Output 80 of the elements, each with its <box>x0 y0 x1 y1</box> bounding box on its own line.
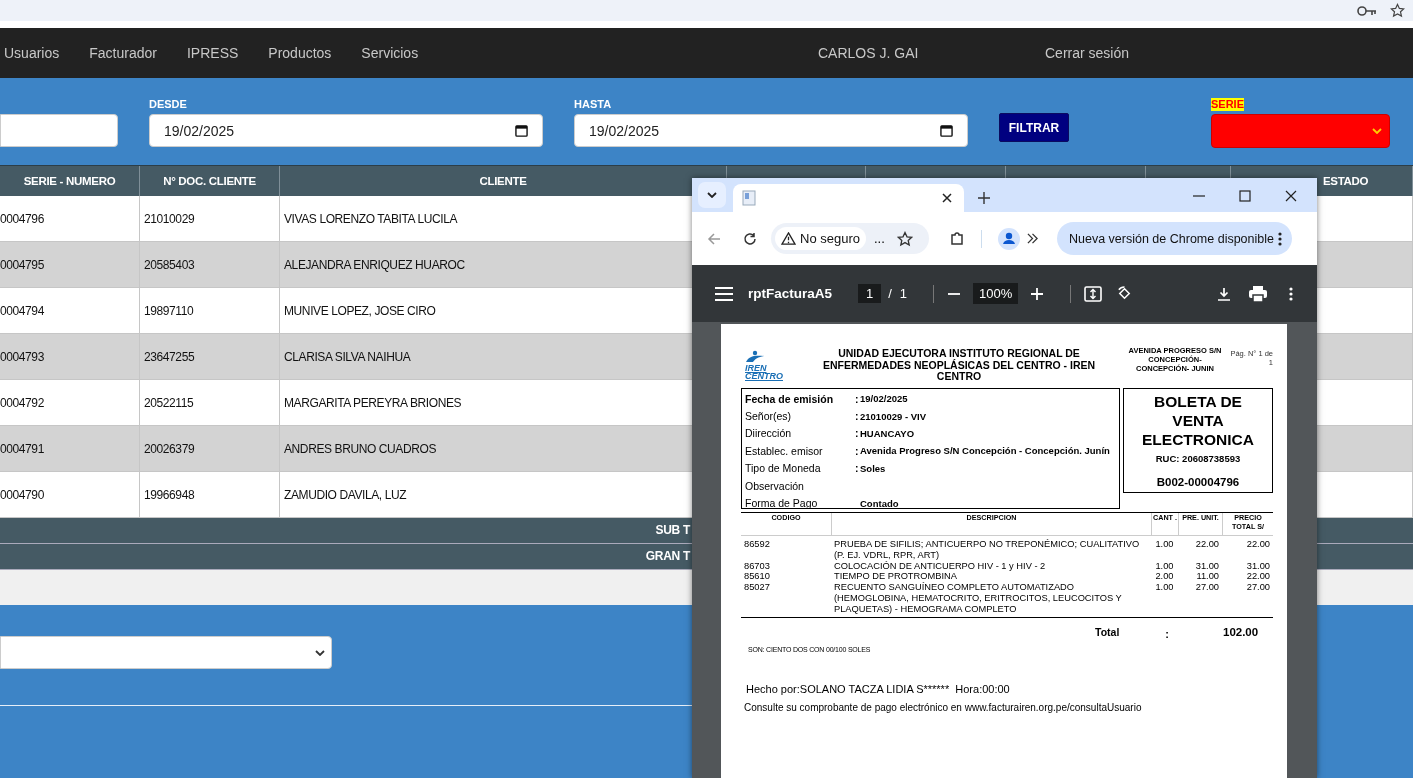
document-number: B002-00004796 <box>1155 476 1241 488</box>
table-cell: 0004795 <box>0 257 44 272</box>
table-cell: ANDRES BRUNO CUADROS <box>284 441 437 456</box>
field-label: Tipo de Moneda <box>745 462 822 475</box>
item-code: 86592 <box>744 539 770 549</box>
item-description: PRUEBA DE SIFILIS; ANTICUERPO NO TREPONÉMICO; CUALITATIVO (P. EJ. VDRL, RPR, ART) <box>834 539 1140 560</box>
item-code: 86703 <box>744 560 770 571</box>
total-label: Total <box>1095 625 1120 638</box>
item-description: COLOCACIÓN DE ANTICUERPO HIV - 1 y HIV - 2 <box>834 560 1046 571</box>
item-description: TIEMPO DE PROTROMBINA <box>834 571 957 582</box>
document-type: BOLETA DE VENTA ELECTRONICA <box>1141 392 1255 449</box>
table-cell: 0004790 <box>0 487 44 502</box>
colon: : <box>855 392 859 405</box>
page-separator: / <box>888 286 892 301</box>
page-count: 1 <box>899 286 908 301</box>
ruc-number: RUC: 20608738593 <box>1154 453 1242 464</box>
logo-text: CENTRO <box>745 372 783 380</box>
table-cell: 20585403 <box>144 257 195 272</box>
item-total: 22.00 <box>1246 539 1270 549</box>
item-unit-price: 11.00 <box>1196 571 1219 582</box>
field-label: HASTA <box>574 98 613 112</box>
document-title: rptFacturaA5 <box>748 286 834 301</box>
colon: : <box>1165 627 1169 640</box>
field-value: Contado <box>860 497 899 509</box>
item-quantity: 1.00 <box>1155 539 1174 549</box>
colon: : <box>855 410 859 423</box>
table-cell: 20522115 <box>144 395 194 410</box>
item-unit-price: 22.00 <box>1195 539 1219 549</box>
field-value: Avenida Progreso S/N Concepción - Concepción. Junín <box>860 445 1110 457</box>
field-label: Diirección <box>745 427 793 440</box>
table-cell: VIVAS LORENZO TABITA LUCILA <box>284 211 458 226</box>
consult-text: Consulte su comprobante de pago electrónico en www.facturairen.org.pe/consultaUsuario <box>744 701 1143 713</box>
item-description: RECUENTO SANGUÍNEO COMPLETO AUTOMATIZADO (HEMOGLOBINA, HEMATOCRITO, ERITROCITOS, LEUCOCITOS Y PLAQUETAS) - HEMOGRAMA COMPLETO <box>834 582 1122 614</box>
table-cell: MARGARITA PEREYRA BRIONES <box>284 395 462 410</box>
colon: : <box>855 462 859 475</box>
table-cell: 0004793 <box>0 349 44 364</box>
made-by-text: Hecho por:SOLANO TACZA LIDIA S****** Hora:00:00 <box>746 682 1011 695</box>
item-quantity: 1.00 <box>1155 582 1174 593</box>
item-total: 22.00 <box>1246 571 1270 582</box>
table-cell: ZAMUDIO DAVILA, LUZ <box>284 487 407 502</box>
item-total: 27.00 <box>1246 582 1270 593</box>
field-label: Observación <box>745 479 805 492</box>
field-value: 21010029 - VIV <box>860 410 927 422</box>
organization-name: UNIDAD EJECUTORA INSTITUTO REGIONAL DE ENFERMEDADES NEOPLÁSICAS DEL CENTRO - IREN CENTRO <box>821 346 1097 383</box>
item-total: 31.00 <box>1246 560 1270 571</box>
table-cell: 21010029 <box>144 211 195 226</box>
item-unit-price: 27.00 <box>1195 582 1219 593</box>
table-cell: 0004791 <box>0 441 44 456</box>
item-quantity: 2.00 <box>1155 571 1174 582</box>
field-label: Señor(es) <box>745 410 793 423</box>
table-cell: 0004792 <box>0 395 44 410</box>
table-cell: 0004796 <box>0 211 44 226</box>
logo-text: IREN <box>745 364 767 372</box>
item-quantity: 1.00 <box>1155 560 1174 571</box>
field-value: HUANCAYO <box>860 427 915 439</box>
security-label: No seguro <box>800 231 860 246</box>
table-cell: 19897110 <box>144 303 194 318</box>
item-code: 85027 <box>744 582 770 593</box>
table-cell: 23647255 <box>144 349 195 364</box>
total-label: SUB T <box>654 522 690 539</box>
colon: : <box>855 444 859 457</box>
address-text: ... <box>874 231 886 246</box>
field-value: 19/02/2025 <box>860 393 908 405</box>
table-cell: 20026379 <box>144 441 195 456</box>
field-label: Establec. emisor <box>745 444 824 457</box>
field-value: Soles <box>860 462 886 474</box>
table-cell: MUNIVE LOPEZ, JOSE CIRO <box>284 303 436 318</box>
total-label: GRAN T <box>644 548 690 565</box>
field-label: SERIE <box>1211 98 1244 111</box>
item-code: 85610 <box>744 571 770 582</box>
field-label: Fecha de emisión <box>745 392 835 405</box>
colon: : <box>855 427 859 440</box>
table-cell: CLARISA SILVA NAIHUA <box>284 349 411 364</box>
table-cell: 19966948 <box>144 487 195 502</box>
item-unit-price: 31.00 <box>1195 560 1219 571</box>
table-cell: ALEJANDRA ENRIQUEZ HUAROC <box>284 257 465 272</box>
field-label: DESDE <box>149 98 188 112</box>
table-cell: 0004794 <box>0 303 44 318</box>
field-label: Forma de Pago <box>745 497 819 510</box>
total-amount: 102.00 <box>1223 625 1259 638</box>
